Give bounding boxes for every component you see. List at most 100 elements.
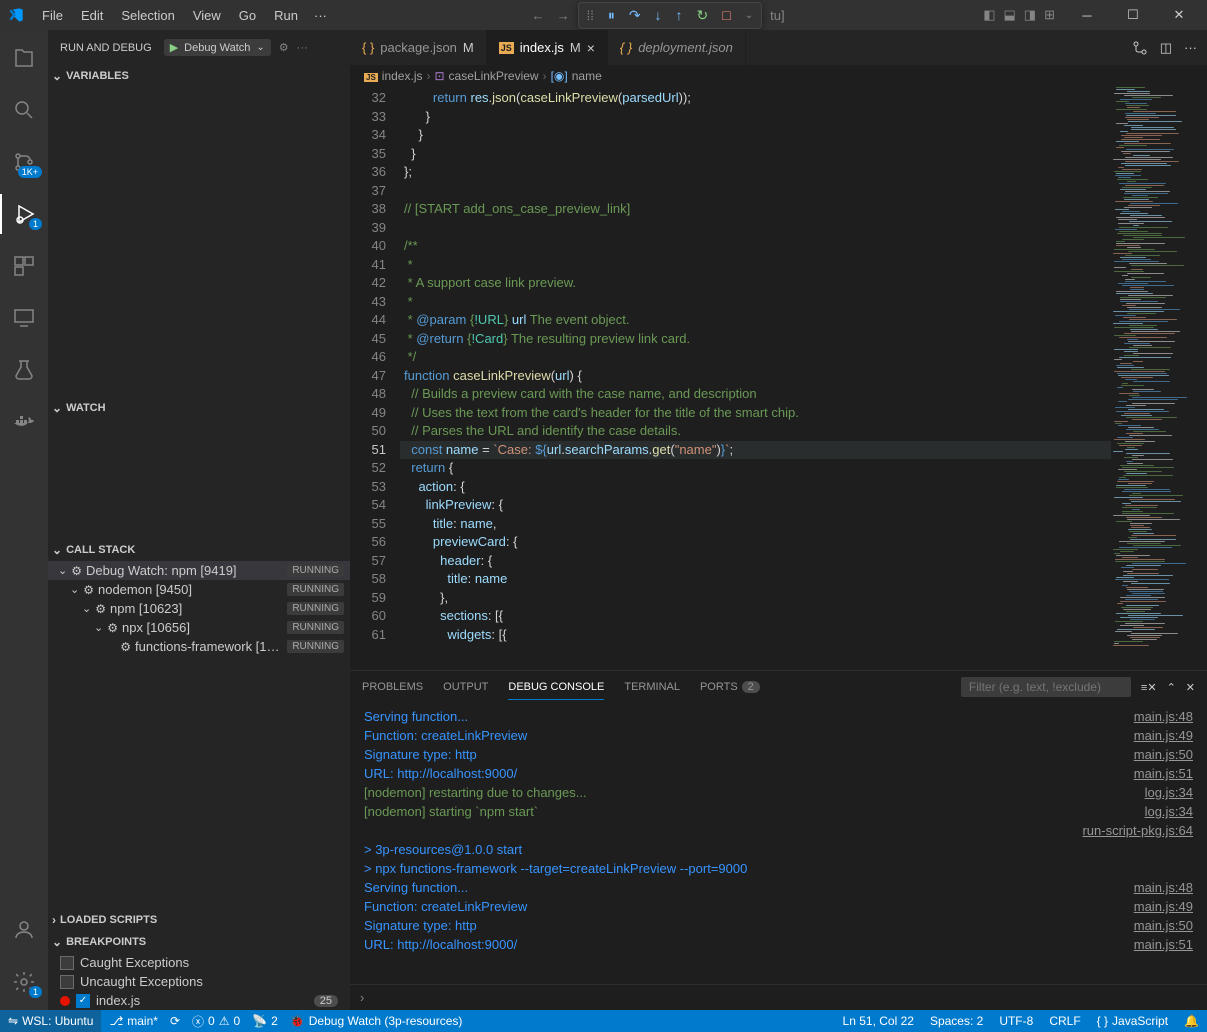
clear-console-icon[interactable]: ≡✕ (1141, 681, 1157, 694)
indentation[interactable]: Spaces: 2 (930, 1014, 983, 1028)
explorer-icon[interactable] (0, 38, 48, 78)
run-debug-icon[interactable]: 1 (0, 194, 48, 234)
collapse-panel-icon[interactable]: ⌃ (1167, 681, 1176, 694)
close-tab-icon[interactable]: × (587, 40, 595, 56)
compare-changes-icon[interactable] (1132, 40, 1148, 56)
panel-tab-ports[interactable]: PORTS2 (700, 675, 760, 699)
accounts-icon[interactable] (0, 910, 48, 950)
split-editor-icon[interactable]: ◫ (1160, 40, 1172, 56)
layout-sidebar-right-icon[interactable]: ◨ (1022, 5, 1038, 25)
debug-console-input[interactable]: › (350, 984, 1207, 1010)
window-maximize-icon[interactable]: ☐ (1113, 0, 1153, 30)
tab-package.json[interactable]: { }package.jsonM (350, 30, 487, 65)
menu-go[interactable]: Go (231, 4, 264, 27)
menu-overflow[interactable]: ··· (306, 4, 335, 27)
editor-content[interactable]: return res.json(caseLinkPreview(parsedUr… (400, 87, 1111, 670)
notifications-icon[interactable]: 🔔 (1184, 1014, 1199, 1028)
callstack-item[interactable]: ⌄⚙Debug Watch: npm [9419]RUNNING (48, 561, 350, 580)
window-close-icon[interactable]: ✕ (1159, 0, 1199, 30)
source-link[interactable]: main.js:48 (1134, 878, 1193, 897)
debug-icon: 🐞 (290, 1014, 305, 1028)
source-link[interactable]: main.js:50 (1134, 745, 1193, 764)
breakpoint-file[interactable]: ✓ index.js 25 (48, 991, 350, 1010)
eol[interactable]: CRLF (1049, 1014, 1080, 1028)
extensions-icon[interactable] (0, 246, 48, 286)
testing-icon[interactable] (0, 350, 48, 390)
section-loaded-scripts[interactable]: ›LOADED SCRIPTS (48, 909, 350, 931)
prompt-icon: › (360, 990, 364, 1005)
search-icon[interactable] (0, 90, 48, 130)
minimap[interactable] (1111, 87, 1207, 670)
source-link[interactable]: main.js:49 (1134, 897, 1193, 916)
source-link[interactable]: log.js:34 (1145, 802, 1193, 821)
callstack-item[interactable]: ⌄⚙npx [10656]RUNNING (48, 618, 350, 637)
checkbox-icon[interactable]: ✓ (76, 994, 90, 1008)
debug-console-output[interactable]: Serving function...main.js:48Function: c… (350, 703, 1207, 984)
panel-tab-terminal[interactable]: TERMINAL (624, 675, 680, 699)
section-breakpoints[interactable]: ⌄BREAKPOINTS (48, 931, 350, 953)
more-actions-icon[interactable]: ··· (1184, 40, 1197, 55)
drag-handle-icon[interactable]: ⁞⁞ (587, 8, 594, 23)
panel-tab-problems[interactable]: PROBLEMS (362, 675, 423, 699)
remote-indicator[interactable]: ⇋ WSL: Ubuntu (0, 1010, 101, 1032)
sync-button[interactable]: ⟳ (170, 1014, 180, 1028)
step-over-icon[interactable]: ↷ (629, 7, 641, 24)
encoding[interactable]: UTF-8 (999, 1014, 1033, 1028)
callstack-item[interactable]: ⚙functions-framework [106…RUNNING (48, 637, 350, 656)
git-branch[interactable]: ⎇main* (109, 1014, 158, 1028)
nav-forward-icon[interactable]: → (557, 8, 570, 23)
window-minimize-icon[interactable]: ─ (1067, 0, 1107, 30)
cursor-position[interactable]: Ln 51, Col 22 (843, 1014, 914, 1028)
gear-icon[interactable]: ⚙ (279, 41, 289, 54)
remote-explorer-icon[interactable] (0, 298, 48, 338)
menu-view[interactable]: View (185, 4, 229, 27)
breakpoint-caught[interactable]: Caught Exceptions (48, 953, 350, 972)
section-watch[interactable]: ⌄WATCH (48, 397, 350, 419)
debug-console-filter[interactable] (961, 677, 1131, 697)
source-link[interactable]: main.js:51 (1134, 764, 1193, 783)
callstack-item[interactable]: ⌄⚙nodemon [9450]RUNNING (48, 580, 350, 599)
source-link[interactable]: main.js:50 (1134, 916, 1193, 935)
breakpoint-uncaught[interactable]: Uncaught Exceptions (48, 972, 350, 991)
source-control-icon[interactable]: 1K+ (0, 142, 48, 182)
problems-indicator[interactable]: ⓧ0 ⚠0 (192, 1013, 240, 1030)
command-center[interactable]: tu] (770, 8, 784, 23)
panel-tab-output[interactable]: OUTPUT (443, 675, 488, 699)
step-into-icon[interactable]: ↓ (655, 7, 662, 23)
stop-icon[interactable]: □ (722, 7, 730, 23)
source-link[interactable]: main.js:48 (1134, 707, 1193, 726)
layout-sidebar-left-icon[interactable]: ◧ (981, 5, 997, 25)
menu-file[interactable]: File (34, 4, 71, 27)
docker-icon[interactable] (0, 402, 48, 442)
language-mode[interactable]: { }JavaScript (1097, 1014, 1168, 1028)
checkbox-icon[interactable] (60, 956, 74, 970)
callstack-item[interactable]: ⌄⚙npm [10623]RUNNING (48, 599, 350, 618)
source-link[interactable]: log.js:34 (1145, 783, 1193, 802)
layout-customize-icon[interactable]: ⊞ (1042, 5, 1057, 25)
debug-toolbar-dropdown-icon[interactable]: ⌄ (745, 10, 753, 21)
layout-panel-icon[interactable]: ⬓ (1002, 5, 1018, 25)
source-link[interactable]: run-script-pkg.js:64 (1082, 821, 1193, 840)
step-out-icon[interactable]: ↑ (676, 7, 683, 23)
debug-status[interactable]: 🐞Debug Watch (3p-resources) (290, 1014, 463, 1028)
ports-indicator[interactable]: 📡2 (252, 1014, 278, 1028)
checkbox-icon[interactable] (60, 975, 74, 989)
more-icon[interactable]: ··· (297, 42, 308, 54)
panel-tab-debug-console[interactable]: DEBUG CONSOLE (508, 675, 604, 700)
menu-selection[interactable]: Selection (113, 4, 182, 27)
menu-run[interactable]: Run (266, 4, 306, 27)
section-callstack[interactable]: ⌄CALL STACK (48, 539, 350, 561)
breadcrumb[interactable]: JSindex.js›⊡caseLinkPreview›[◉]name (350, 65, 1207, 87)
nav-back-icon[interactable]: ← (532, 8, 545, 23)
tab-deployment.json[interactable]: { }deployment.json (608, 30, 746, 65)
close-panel-icon[interactable]: ✕ (1186, 681, 1195, 694)
pause-icon[interactable]: ⏸ (608, 7, 615, 24)
source-link[interactable]: main.js:49 (1134, 726, 1193, 745)
section-variables[interactable]: ⌄VARIABLES (48, 65, 350, 87)
settings-gear-icon[interactable]: 1 (0, 962, 48, 1002)
menu-edit[interactable]: Edit (73, 4, 111, 27)
source-link[interactable]: main.js:51 (1134, 935, 1193, 954)
restart-icon[interactable]: ↻ (697, 7, 709, 24)
debug-config-selector[interactable]: ▶ Debug Watch ⌄ (164, 39, 271, 56)
tab-index.js[interactable]: JSindex.jsM× (487, 30, 608, 65)
